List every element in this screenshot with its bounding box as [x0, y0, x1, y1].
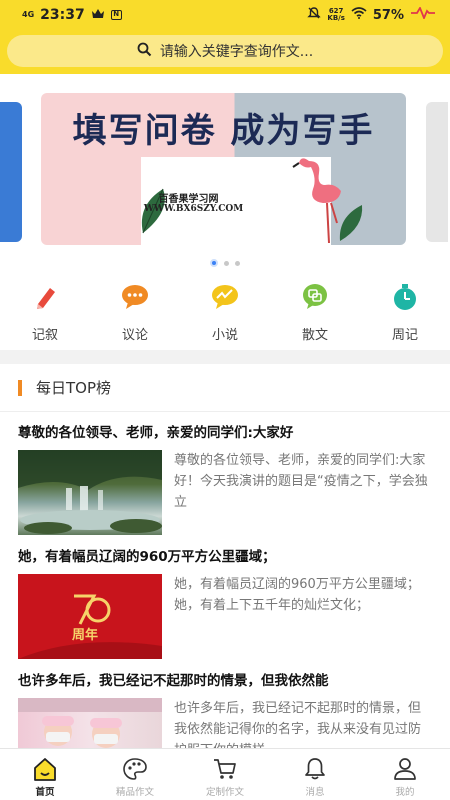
next-banner-peek[interactable] [426, 102, 448, 242]
stopwatch-icon [394, 284, 416, 310]
article-title[interactable]: 她，有着幅员辽阔的960万平方公里疆域； [18, 544, 432, 570]
status-bar: 4G 23:37 N 627 KB/s 57% [0, 0, 450, 30]
carousel-dot[interactable] [224, 260, 229, 266]
carousel-dots [0, 259, 450, 267]
article-item[interactable]: 也许多年后，我已经记不起那时的情景，但我依然能 也许多年后，我已经记不起那时的情… [0, 668, 450, 748]
article-list: 尊敬的各位领导、老师，亲爱的同学们:大家好 尊敬的各位领导、老师，亲爱的同学们:… [0, 420, 450, 748]
tab-label: 精品作文 [115, 787, 154, 798]
category-label: 周记 [391, 328, 418, 343]
tab-custom-essays[interactable]: 定制作文 [180, 749, 270, 800]
category-label: 小说 [211, 328, 238, 343]
article-item[interactable]: 尊敬的各位领导、老师，亲爱的同学们:大家好 尊敬的各位领导、老师，亲爱的同学们:… [0, 420, 450, 544]
speed-unit: KB/s [327, 14, 345, 22]
crown-icon [91, 8, 105, 23]
bell-icon [305, 758, 325, 780]
carousel-dot[interactable] [235, 260, 240, 266]
tab-messages[interactable]: 消息 [270, 749, 360, 800]
clock: 23:37 [40, 7, 85, 23]
thumb-caption: 周年 [72, 628, 99, 643]
tab-profile[interactable]: 我的 [360, 749, 450, 800]
palette-icon [123, 758, 147, 780]
seventy-logo-icon [18, 594, 162, 659]
article-title[interactable]: 尊敬的各位领导、老师，亲爱的同学们:大家好 [18, 420, 432, 446]
search-area: 请输入关键字查询作文... [0, 30, 450, 74]
section-accent-bar [18, 379, 22, 396]
category-jixu[interactable]: 记叙 [0, 276, 90, 346]
tab-label: 首页 [35, 787, 55, 798]
carousel-dot-active[interactable] [210, 259, 218, 267]
search-input[interactable]: 请输入关键字查询作文... [7, 35, 443, 67]
cart-icon [214, 759, 236, 779]
category-xiaoshuo[interactable]: 小说 [180, 276, 270, 346]
banner-slide[interactable]: 填写问卷 成为写手 百香果学习网 WWW.BX6SZY.COM [41, 93, 406, 245]
banner-carousel[interactable]: 填写问卷 成为写手 百香果学习网 WWW.BX6SZY.COM [0, 74, 450, 274]
waterfall-image[interactable] [18, 450, 162, 535]
article-excerpt: 她，有着幅员辽阔的960万平方公里疆域；她，有着上下五千年的灿烂文化； [174, 577, 420, 613]
article-title[interactable]: 也许多年后，我已经记不起那时的情景，但我依然能 [18, 668, 432, 694]
leaf-bubble-icon [303, 284, 327, 309]
bottom-tab-bar: 首页 精品作文 定制作文 消息 我的 [0, 748, 450, 800]
category-label: 议论 [121, 328, 148, 343]
tab-home[interactable]: 首页 [0, 749, 90, 800]
section-title: 每日TOP榜 [36, 379, 112, 397]
network-type: 4G [22, 10, 35, 19]
pulse-bubble-icon [212, 285, 238, 309]
prev-banner-peek[interactable] [0, 102, 22, 242]
banner-title: 填写问卷 成为写手 [72, 111, 375, 151]
tab-label: 定制作文 [205, 787, 244, 798]
category-yilun[interactable]: 议论 [90, 276, 180, 346]
home-icon [34, 758, 56, 781]
tab-label: 我的 [395, 787, 415, 798]
search-icon [137, 42, 152, 61]
section-divider [0, 350, 450, 364]
category-zhouji[interactable]: 周记 [360, 276, 450, 346]
category-label: 记叙 [31, 328, 58, 343]
article-excerpt: 也许多年后，我已经记不起那时的情景，但我依然能记得你的名字，我从来没有见过防护服… [174, 701, 422, 748]
category-sanwen[interactable]: 散文 [270, 276, 360, 346]
article-item[interactable]: 她，有着幅员辽阔的960万平方公里疆域； 周年 她，有着幅员辽阔的960万平方公… [0, 544, 450, 668]
notification-icon: N [110, 10, 122, 20]
category-label: 散文 [301, 328, 328, 343]
mute-icon [307, 6, 322, 24]
pencil-icon [37, 288, 55, 309]
banner-site-name: 百香果学习网 [158, 194, 219, 205]
network-speed: 627 KB/s [327, 8, 344, 22]
article-excerpt: 尊敬的各位领导、老师，亲爱的同学们:大家好！今天我演讲的题目是“疫情之下，学会独… [174, 453, 428, 510]
wifi-icon [351, 7, 367, 23]
pulse-icon [410, 5, 436, 23]
banner-site-url: WWW.BX6SZY.COM [143, 204, 244, 214]
tab-featured-essays[interactable]: 精品作文 [90, 749, 180, 800]
section-header: 每日TOP榜 [0, 364, 450, 412]
tab-label: 消息 [305, 787, 325, 798]
70th-anniversary-image[interactable]: 周年 [18, 574, 162, 659]
chat-bubble-icon [122, 285, 148, 309]
user-icon [394, 758, 416, 780]
search-placeholder: 请输入关键字查询作文... [159, 44, 314, 60]
battery-level: 57% [372, 7, 404, 23]
category-row: 记叙 议论 小说 散文 周记 [0, 276, 450, 346]
leaf-illustration-icon [336, 203, 366, 245]
medical-workers-image[interactable] [18, 698, 162, 748]
